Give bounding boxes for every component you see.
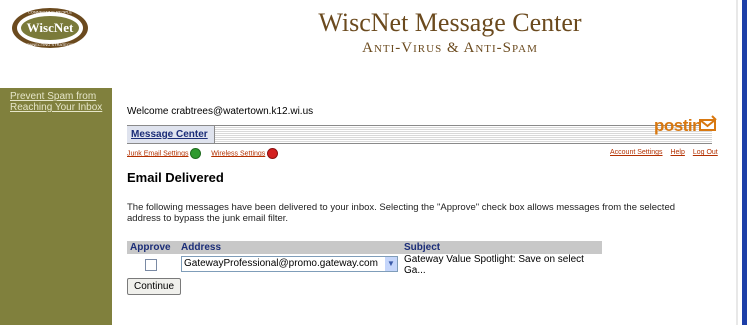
page-title: WiscNet Message Center	[318, 8, 582, 37]
column-header-address: Address	[178, 241, 401, 254]
log-out-link[interactable]: Log Out	[693, 149, 718, 156]
continue-button[interactable]: Continue	[127, 278, 182, 295]
settings-links: Junk Email Settings Wireless Settings	[127, 148, 279, 159]
tab-message-center[interactable]: Message Center	[127, 126, 215, 143]
subject-cell: Gateway Value Spotlight: Save on select …	[404, 254, 584, 276]
column-header-approve: Approve	[127, 241, 178, 254]
status-red-icon	[267, 148, 279, 159]
address-value: GatewayProfessional@promo.gateway.com	[184, 257, 378, 269]
junk-email-settings-link[interactable]: Junk Email Settings	[127, 150, 188, 157]
wireless-settings-link[interactable]: Wireless Settings	[211, 150, 265, 157]
section-description: The following messages have been deliver…	[127, 202, 676, 224]
window-divider	[736, 0, 738, 325]
approve-cell	[127, 254, 178, 276]
address-cell: GatewayProfessional@promo.gateway.com ▼	[178, 254, 401, 276]
wiscnet-logo: WiscNet CONNECTING PEOPLE CONNECTING STR…	[10, 6, 90, 50]
logo-bottom-text: CONNECTING STRATEGIES	[23, 42, 76, 47]
help-link[interactable]: Help	[670, 149, 684, 156]
account-links: Account Settings Help Log Out	[604, 149, 718, 156]
logo-top-text: CONNECTING PEOPLE	[28, 10, 72, 15]
approve-checkbox[interactable]	[145, 259, 157, 271]
page-subtitle: Anti-Virus & Anti-Spam	[362, 40, 538, 56]
logo-name: WiscNet	[27, 20, 74, 35]
address-select[interactable]: GatewayProfessional@promo.gateway.com ▼	[181, 255, 398, 272]
welcome-text: Welcome crabtrees@watertown.k12.wi.us	[127, 106, 314, 117]
section-heading: Email Delivered	[127, 170, 224, 185]
site-title: WiscNet Message Center Anti-Virus & Anti…	[280, 8, 620, 58]
prevent-spam-link[interactable]: Prevent Spam from Reaching Your Inbox	[10, 91, 110, 113]
envelope-icon	[698, 114, 718, 137]
table-row: GatewayProfessional@promo.gateway.com ▼ …	[127, 254, 602, 276]
delivered-messages-table: Approve Address Subject GatewayProfessio…	[127, 241, 602, 276]
account-settings-link[interactable]: Account Settings	[610, 149, 663, 156]
message-center-bar: Message Center	[127, 125, 712, 144]
column-header-subject: Subject	[401, 241, 602, 254]
window-border	[742, 0, 747, 325]
status-green-icon	[190, 148, 202, 159]
chevron-down-icon[interactable]: ▼	[385, 256, 397, 271]
sidebar: Prevent Spam from Reaching Your Inbox	[0, 88, 112, 325]
